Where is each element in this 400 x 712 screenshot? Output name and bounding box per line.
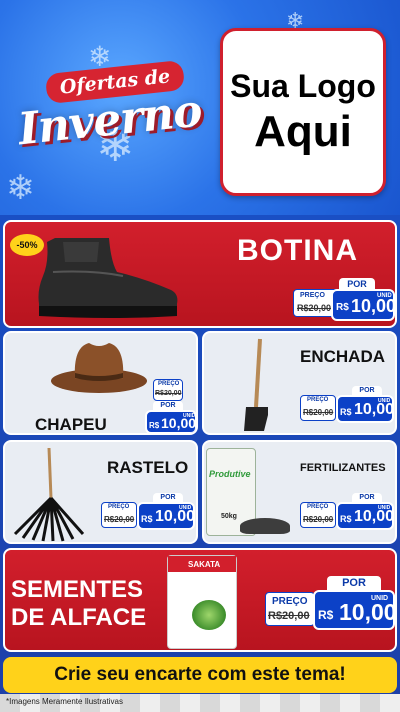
price-value: 10,00 xyxy=(161,415,197,431)
product-card-enchada[interactable]: ENCHADA POR PREÇO R$20,00 R$ UNID 10,00 xyxy=(202,331,397,435)
old-price-label: PREÇO xyxy=(307,504,329,510)
price-value: 10,00 xyxy=(351,296,397,316)
title-inverno: Inverno xyxy=(15,85,204,156)
product-card-rastelo[interactable]: RASTELO POR PREÇO R$20,00 R$ UNID 10,00 xyxy=(3,440,198,544)
fertilizer-pile xyxy=(240,518,290,534)
boot-icon xyxy=(38,238,178,318)
product-name-chapeu: CHAPEU xyxy=(35,415,107,434)
footer-note: *Imagens Meramente Ilustrativas xyxy=(6,697,123,706)
price-value: 10,00 xyxy=(155,508,196,525)
product-name-sementes-line1: SEMENTES xyxy=(11,576,144,603)
logo-placeholder[interactable]: Sua Logo Aqui xyxy=(220,28,386,196)
bag-brand: Produtive xyxy=(209,469,251,479)
old-price-box: PREÇO R$20,00 xyxy=(101,502,137,528)
price-box: R$ UNID 10,00 xyxy=(145,410,197,433)
price-box: R$ UNID 10,00 xyxy=(313,590,395,630)
old-price-value: R$20,00 xyxy=(104,515,135,524)
price-box: R$ UNID 10,00 xyxy=(331,289,395,321)
old-price-value: R$20,00 xyxy=(297,303,332,313)
old-price-value: R$20,00 xyxy=(303,408,334,417)
currency-symbol: R$ xyxy=(318,608,334,622)
rake-icon xyxy=(13,447,85,542)
price-value: 10,00 xyxy=(354,508,395,525)
product-name-sementes-line2: DE ALFACE xyxy=(11,604,147,631)
lettuce-image xyxy=(192,600,226,630)
old-price-label: PREÇO xyxy=(108,504,130,510)
price-box: R$ UNID 10,00 xyxy=(137,502,195,530)
currency-symbol: R$ xyxy=(149,421,160,430)
currency-symbol: R$ xyxy=(340,514,352,524)
old-price-label: PREÇO xyxy=(300,292,325,299)
currency-symbol: R$ xyxy=(340,407,352,417)
cta-banner-text: Crie seu encarte com este tema! xyxy=(54,664,346,685)
old-price-value: R$20,00 xyxy=(155,390,182,397)
product-card-sementes[interactable]: SEMENTES DE ALFACE SAKATA POR PREÇO R$20… xyxy=(3,548,397,652)
price-box: R$ UNID 10,00 xyxy=(336,395,394,423)
currency-symbol: R$ xyxy=(141,514,153,524)
seed-pack-brand: SAKATA xyxy=(188,560,221,569)
footer: *Imagens Meramente Ilustrativas xyxy=(0,694,400,712)
old-price-box: PREÇO R$20,00 xyxy=(153,379,183,401)
old-price-box: PREÇO R$20,00 xyxy=(300,502,336,528)
old-price-box: PREÇO R$20,00 xyxy=(300,395,336,421)
price-value: 10,00 xyxy=(339,599,397,625)
old-price-label: PREÇO xyxy=(158,381,180,387)
hoe-icon xyxy=(244,338,268,431)
price-value: 10,00 xyxy=(354,401,395,418)
bag-weight: 50kg xyxy=(221,513,237,520)
logo-line1: Sua Logo xyxy=(230,68,376,104)
product-card-botina[interactable]: -50% BOTINA PREÇO R$20,00 POR R$ UNID 10… xyxy=(3,220,397,328)
product-name-rastelo: RASTELO xyxy=(107,458,189,477)
old-price-label: PREÇO xyxy=(307,397,329,403)
old-price-label: PREÇO xyxy=(272,596,308,607)
price-box: R$ UNID 10,00 xyxy=(336,502,394,530)
campaign-title: Ofertas de Inverno xyxy=(15,55,204,165)
por-label: POR xyxy=(327,576,381,590)
snowflake-icon: ❄ xyxy=(6,169,35,207)
product-name-enchada: ENCHADA xyxy=(300,347,385,366)
product-name-botina: BOTINA xyxy=(237,234,358,267)
old-price-value: R$20,00 xyxy=(303,515,334,524)
header: ❄ ❄ ❄ ❄ Ofertas de Inverno Sua Logo Aqui xyxy=(0,0,400,215)
product-card-chapeu[interactable]: CHAPEU PREÇO R$20,00 POR R$ UNID 10,00 xyxy=(3,331,198,435)
currency-symbol: R$ xyxy=(336,302,349,313)
seed-pack: SAKATA xyxy=(167,555,237,649)
old-price-box: PREÇO R$20,00 xyxy=(265,592,315,626)
product-card-fertilizantes[interactable]: Produtive 50kg FERTILIZANTES POR PREÇO R… xyxy=(202,440,397,544)
hat-icon xyxy=(51,343,147,393)
logo-line2: Aqui xyxy=(254,107,352,156)
cta-banner[interactable]: Crie seu encarte com este tema! xyxy=(3,657,397,693)
product-name-fertilizantes: FERTILIZANTES xyxy=(300,462,386,474)
old-price-value: R$20,00 xyxy=(268,610,310,622)
